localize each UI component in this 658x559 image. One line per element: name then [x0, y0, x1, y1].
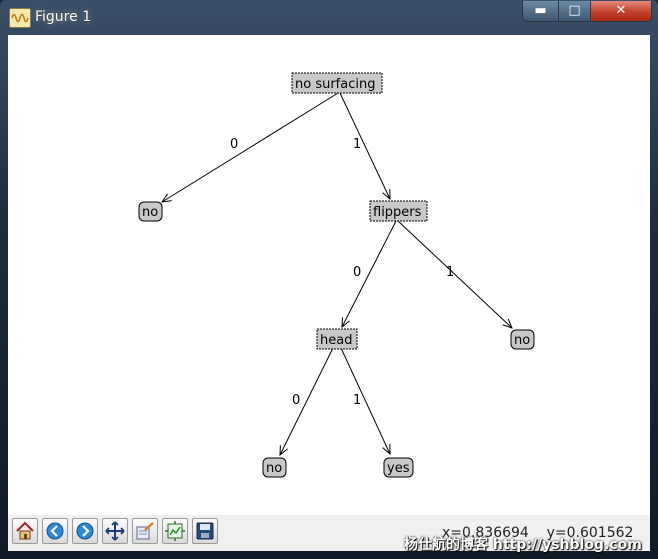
matplotlib-app-icon: [9, 8, 31, 28]
leaf-node-yes: yes: [383, 457, 414, 478]
close-icon: ✕: [615, 3, 627, 18]
node-label: head: [320, 333, 352, 348]
forward-button[interactable]: [72, 518, 98, 544]
edge-label-root-1: 1: [353, 137, 361, 152]
figure-client-area: 0 1 0 1 0 1 no surfacing flippers head n…: [8, 35, 650, 551]
maximize-button[interactable]: □: [558, 1, 591, 22]
decision-node-flippers: flippers: [369, 200, 428, 222]
edge-label-head-1: 1: [353, 393, 361, 408]
maximize-icon: □: [568, 3, 581, 18]
leaf-label: no: [514, 333, 530, 348]
back-button[interactable]: [42, 518, 68, 544]
node-label: no surfacing: [295, 77, 375, 92]
edge-label-flippers-0: 0: [353, 265, 361, 280]
subplots-icon: [165, 521, 185, 541]
node-label: flippers: [373, 205, 422, 220]
edge-head-to-no: [280, 347, 334, 455]
watermark-text: 杨仕航的博客 http://yshblog.com: [404, 537, 642, 553]
pan-icon: [105, 521, 125, 541]
edge-flippers-to-no: [397, 220, 512, 328]
figure-canvas[interactable]: 0 1 0 1 0 1 no surfacing flippers head n…: [8, 35, 650, 515]
decision-node-no-surfacing: no surfacing: [291, 72, 383, 94]
save-button[interactable]: [192, 518, 218, 544]
leaf-node-no-1: no: [138, 201, 163, 222]
decision-node-head: head: [316, 328, 358, 350]
zoom-button[interactable]: [132, 518, 158, 544]
zoom-icon: [136, 522, 154, 540]
window-title: Figure 1: [35, 9, 92, 25]
edge-head-to-yes: [340, 347, 390, 454]
leaf-label: no: [266, 461, 282, 476]
close-button[interactable]: ✕: [590, 1, 652, 22]
leaf-node-no-3: no: [262, 457, 287, 478]
forward-arrow-icon: [76, 522, 94, 540]
edge-label-flippers-1: 1: [446, 265, 454, 280]
minimize-button[interactable]: ▬: [522, 1, 559, 22]
edge-root-to-flippers: [339, 92, 390, 199]
home-icon: [16, 521, 34, 540]
leaf-label: yes: [387, 461, 410, 476]
edge-label-head-0: 0: [292, 393, 300, 408]
pan-button[interactable]: [102, 518, 128, 544]
home-button[interactable]: [12, 518, 38, 544]
title-bar[interactable]: Figure 1 ▬ □ ✕: [0, 0, 658, 34]
edge-root-to-no: [162, 92, 339, 202]
leaf-node-no-2: no: [510, 329, 535, 350]
leaf-label: no: [142, 205, 158, 220]
minimize-icon: ▬: [534, 3, 547, 18]
subplots-button[interactable]: [162, 518, 188, 544]
save-icon: [196, 522, 214, 540]
edge-flippers-to-head: [342, 220, 397, 327]
figure-window: Figure 1 ▬ □ ✕ 0 1 0 1 0 1 no surfacing …: [0, 0, 658, 559]
back-arrow-icon: [46, 522, 64, 540]
edge-label-root-0: 0: [230, 137, 238, 152]
